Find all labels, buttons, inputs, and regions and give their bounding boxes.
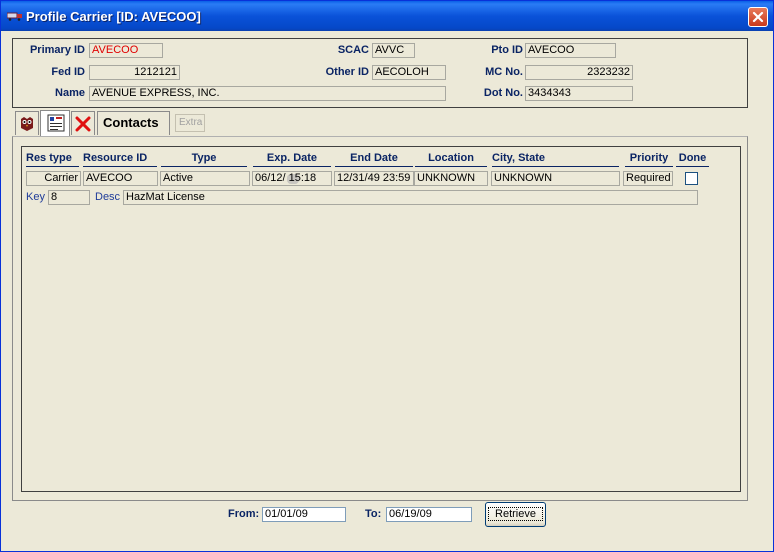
- retrieve-button[interactable]: Retrieve: [485, 502, 546, 527]
- pto-id-field[interactable]: AVECOO: [525, 43, 616, 58]
- cell-type[interactable]: Active: [160, 171, 250, 186]
- col-end-date[interactable]: End Date: [335, 152, 413, 167]
- fed-id-label: Fed ID: [51, 66, 85, 78]
- title-bar[interactable]: Profile Carrier [ID: AVECOO]: [1, 1, 773, 31]
- cell-resource-id[interactable]: AVECOO: [83, 171, 158, 186]
- tab-delete[interactable]: [71, 111, 95, 135]
- window-title: Profile Carrier [ID: AVECOO]: [26, 9, 201, 24]
- red-x-icon: [75, 116, 91, 132]
- dot-no-label: Dot No.: [483, 87, 523, 99]
- other-id-label: Other ID: [325, 66, 369, 78]
- cell-city-state[interactable]: UNKNOWN: [491, 171, 620, 186]
- col-type[interactable]: Type: [161, 152, 247, 167]
- col-city-state[interactable]: City, State: [492, 152, 619, 167]
- profile-carrier-window: Profile Carrier [ID: AVECOO] Primary ID …: [0, 0, 774, 552]
- tab-resources[interactable]: [40, 110, 70, 136]
- primary-id-field[interactable]: AVECOO: [89, 43, 163, 58]
- close-icon: [752, 11, 764, 23]
- mc-no-label: MC No.: [485, 66, 523, 78]
- tab-extra[interactable]: Extra: [175, 114, 205, 132]
- calendar-list-icon: [47, 114, 65, 132]
- dot-no-field[interactable]: 3434343: [525, 86, 633, 101]
- from-label: From:: [228, 508, 260, 520]
- owl-icon: [21, 117, 33, 131]
- scac-label: SCAC: [337, 44, 369, 56]
- col-exp-date[interactable]: Exp. Date: [253, 152, 331, 167]
- to-date-input[interactable]: 06/19/09: [386, 507, 472, 522]
- scac-field[interactable]: AVVC: [372, 43, 415, 58]
- resource-grid: Res type Resource ID Type Exp. Date End …: [21, 146, 741, 492]
- col-location[interactable]: Location: [415, 152, 487, 167]
- fed-id-field[interactable]: 1212121: [89, 65, 180, 80]
- pto-id-label: Pto ID: [491, 44, 523, 56]
- carrier-header-panel: Primary ID AVECOO SCAC AVVC Pto ID AVECO…: [12, 38, 748, 108]
- col-res-type[interactable]: Res type: [26, 152, 79, 167]
- desc-field[interactable]: HazMat License: [123, 190, 698, 205]
- cell-location[interactable]: UNKNOWN: [414, 171, 488, 186]
- desc-label: Desc: [95, 191, 121, 203]
- cell-exp-date[interactable]: 06/12/ 15:18: [252, 171, 332, 186]
- truck-icon: [7, 12, 22, 21]
- primary-id-label: Primary ID: [29, 44, 85, 56]
- name-label: Name: [55, 87, 85, 99]
- tab-content: Res type Resource ID Type Exp. Date End …: [12, 136, 748, 501]
- col-done[interactable]: Done: [676, 152, 709, 167]
- tab-contacts[interactable]: Contacts: [97, 111, 170, 135]
- cell-res-type[interactable]: Carrier: [26, 171, 81, 186]
- tab-owner[interactable]: [15, 111, 39, 135]
- mc-no-field[interactable]: 2323232: [525, 65, 633, 80]
- to-label: To:: [365, 508, 382, 520]
- col-resource-id[interactable]: Resource ID: [83, 152, 157, 167]
- retrieve-button-label: Retrieve: [488, 507, 543, 521]
- other-id-field[interactable]: AECOLOH: [372, 65, 446, 80]
- col-priority[interactable]: Priority: [625, 152, 673, 167]
- close-button[interactable]: [748, 7, 768, 27]
- exp-date-text: 06/12/ 15:18: [255, 172, 317, 184]
- key-field[interactable]: 8: [48, 190, 90, 205]
- name-field[interactable]: AVENUE EXPRESS, INC.: [89, 86, 446, 101]
- key-label: Key: [26, 191, 45, 203]
- done-checkbox[interactable]: [685, 172, 698, 185]
- cell-end-date[interactable]: 12/31/49 23:59: [334, 171, 414, 186]
- cell-priority[interactable]: Required: [623, 171, 673, 186]
- from-date-input[interactable]: 01/01/09: [262, 507, 346, 522]
